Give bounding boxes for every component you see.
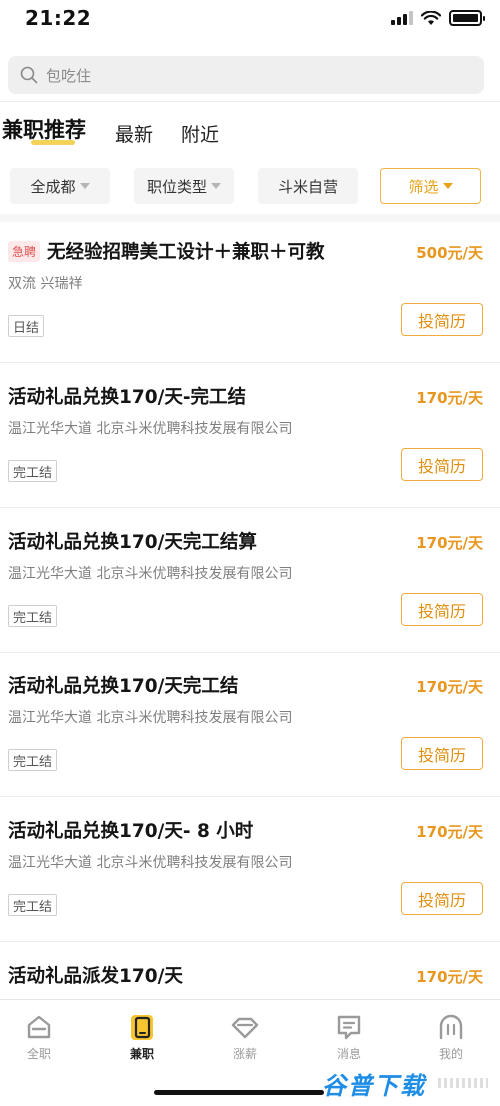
settlement-tag: 日结 xyxy=(8,315,45,337)
search-placeholder: 包吃住 xyxy=(46,66,92,85)
job-pay: 170元/天 xyxy=(416,534,483,552)
home-indicator[interactable] xyxy=(154,1090,324,1095)
job-pay: 170元/天 xyxy=(416,678,483,696)
filter-job-type[interactable]: 职位类型 xyxy=(134,168,234,204)
status-bar: 21:22 xyxy=(0,0,500,44)
settlement-tag: 完工结 xyxy=(8,460,58,482)
nav-item-parttime[interactable]: 兼职 xyxy=(112,1012,172,1062)
diamond-icon xyxy=(231,1017,259,1039)
nav-label-parttime: 兼职 xyxy=(129,1047,154,1061)
filter-screen-button[interactable]: 筛选 xyxy=(380,168,481,204)
job-location: 温江光华大道 北京斗米优聘科技发展有限公司 xyxy=(8,421,293,437)
job-location: 温江光华大道 北京斗米优聘科技发展有限公司 xyxy=(8,855,293,871)
job-pay: 500元/天 xyxy=(416,244,483,262)
profile-icon xyxy=(439,1014,463,1040)
cellular-signal-icon xyxy=(391,11,413,25)
job-location: 温江光华大道 北京斗米优聘科技发展有限公司 xyxy=(8,566,293,582)
apply-button[interactable]: 投简历 xyxy=(401,593,483,626)
nav-label-messages: 消息 xyxy=(336,1047,361,1061)
tab-nearby[interactable]: 附近 xyxy=(181,120,219,147)
job-pay: 170元/天 xyxy=(416,968,483,986)
job-location: 双流 兴瑞祥 xyxy=(8,276,83,292)
apply-button[interactable]: 投简历 xyxy=(401,303,483,336)
job-title: 活动礼品兑换170/天完工结 xyxy=(8,676,239,697)
nav-label-raise: 涨薪 xyxy=(232,1047,257,1061)
job-pay: 170元/天 xyxy=(416,823,483,841)
nav-item-messages[interactable]: 消息 xyxy=(319,1012,379,1062)
settlement-tag: 完工结 xyxy=(8,749,58,771)
job-card[interactable]: 活动礼品兑换170/天- 8 小时 170元/天 温江光华大道 北京斗米优聘科技… xyxy=(0,797,500,942)
tab-latest[interactable]: 最新 xyxy=(115,120,153,147)
fulltime-icon xyxy=(27,1015,51,1039)
filter-job-type-label: 职位类型 xyxy=(146,177,207,196)
tab-recommended[interactable]: 兼职推荐 xyxy=(2,114,86,144)
search-input[interactable]: 包吃住 xyxy=(8,56,484,94)
filter-city[interactable]: 全成都 xyxy=(10,168,110,204)
filter-screen-label: 筛选 xyxy=(408,177,439,196)
nav-label-fulltime: 全职 xyxy=(26,1047,51,1061)
watermark-logo: 谷普下载 xyxy=(322,1072,426,1100)
filter-self-operated[interactable]: 斗米自营 xyxy=(258,168,358,204)
settlement-tag: 完工结 xyxy=(8,605,58,627)
caret-down-icon xyxy=(211,183,221,189)
filter-self-operated-label: 斗米自营 xyxy=(277,177,338,196)
job-title: 活动礼品兑换170/天- 8 小时 xyxy=(8,821,254,842)
battery-icon xyxy=(449,10,485,26)
job-card[interactable]: 活动礼品兑换170/天-完工结 170元/天 温江光华大道 北京斗米优聘科技发展… xyxy=(0,363,500,508)
job-pay: 170元/天 xyxy=(416,389,483,407)
job-title: 活动礼品兑换170/天完工结算 xyxy=(8,532,257,553)
job-card[interactable]: 急聘 无经验招聘美工设计＋兼职＋可教 500元/天 双流 兴瑞祥 日结 投简历 xyxy=(0,218,500,363)
job-title: 急聘 无经验招聘美工设计＋兼职＋可教 xyxy=(8,238,325,264)
caret-down-icon xyxy=(79,183,90,189)
job-title: 活动礼品兑换170/天-完工结 xyxy=(8,387,247,408)
caret-down-icon xyxy=(442,183,453,189)
job-card[interactable]: 活动礼品兑换170/天完工结 170元/天 温江光华大道 北京斗米优聘科技发展有… xyxy=(0,652,500,797)
apply-button[interactable]: 投简历 xyxy=(401,882,483,915)
nav-label-profile: 我的 xyxy=(438,1047,463,1061)
filter-city-label: 全成都 xyxy=(30,177,76,196)
watermark-decoration xyxy=(438,1078,488,1088)
filter-bar: 全成都 职位类型 斗米自营 筛选 xyxy=(0,168,500,204)
job-location: 温江光华大道 北京斗米优聘科技发展有限公司 xyxy=(8,710,293,726)
message-icon xyxy=(337,1015,361,1040)
job-title-text: 无经验招聘美工设计＋兼职＋可教 xyxy=(47,242,325,263)
apply-button[interactable]: 投简历 xyxy=(401,448,483,481)
urgent-badge: 急聘 xyxy=(8,240,41,262)
tab-bar: 兼职推荐 最新 附近 xyxy=(0,114,500,154)
job-title: 活动礼品派发170/天 xyxy=(8,966,183,987)
settlement-tag: 完工结 xyxy=(8,894,58,916)
nav-item-raise[interactable]: 涨薪 xyxy=(215,1012,275,1062)
parttime-icon xyxy=(131,1015,153,1040)
header-divider xyxy=(0,101,500,102)
wifi-icon xyxy=(421,10,441,25)
nav-item-profile[interactable]: 我的 xyxy=(421,1012,481,1062)
nav-item-fulltime[interactable]: 全职 xyxy=(9,1012,69,1062)
job-card[interactable]: 活动礼品兑换170/天完工结算 170元/天 温江光华大道 北京斗米优聘科技发展… xyxy=(0,508,500,653)
apply-button[interactable]: 投简历 xyxy=(401,737,483,770)
search-icon xyxy=(20,66,38,84)
status-icons xyxy=(391,10,485,26)
status-time: 21:22 xyxy=(25,6,92,30)
